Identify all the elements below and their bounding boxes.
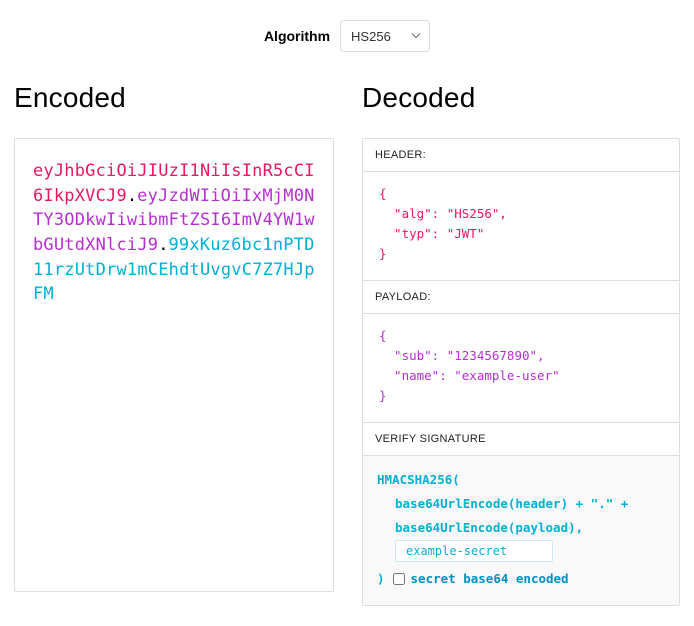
header-section-label: HEADER: <box>363 139 679 172</box>
secret-input[interactable] <box>395 540 553 562</box>
header-json[interactable]: { "alg": "HS256", "typ": "JWT" } <box>363 172 679 280</box>
encoded-column: Encoded eyJhbGciOiJIUzI1NiIsInR5cCI6IkpX… <box>14 82 334 592</box>
signature-section-label: VERIFY SIGNATURE <box>363 423 679 456</box>
secret-base64-text: secret base64 encoded <box>411 567 569 591</box>
algorithm-select-value: HS256 <box>351 29 391 44</box>
algorithm-select[interactable]: HS256 <box>340 20 430 52</box>
encoded-token: eyJhbGciOiJIUzI1NiIsInR5cCI6IkpXVCJ9.eyJ… <box>33 159 315 307</box>
encoded-panel[interactable]: eyJhbGciOiJIUzI1NiIsInR5cCI6IkpXVCJ9.eyJ… <box>14 138 334 592</box>
decoded-title: Decoded <box>362 82 680 114</box>
encoded-dot-1: . <box>127 186 137 206</box>
payload-section-label: PAYLOAD: <box>363 281 679 314</box>
algorithm-label: Algorithm <box>264 28 330 44</box>
decoded-panel: HEADER: { "alg": "HS256", "typ": "JWT" }… <box>362 138 680 606</box>
encoded-title: Encoded <box>14 82 334 114</box>
secret-base64-label[interactable]: secret base64 encoded <box>393 567 569 591</box>
chevron-down-icon <box>411 29 421 44</box>
payload-json[interactable]: { "sub": "1234567890", "name": "example-… <box>363 314 679 422</box>
decoded-column: Decoded HEADER: { "alg": "HS256", "typ":… <box>362 82 680 606</box>
encoded-dot-2: . <box>158 235 168 255</box>
signature-line-1: base64UrlEncode(header) + "." + <box>377 492 665 516</box>
header-section: HEADER: { "alg": "HS256", "typ": "JWT" } <box>363 139 679 280</box>
payload-section: PAYLOAD: { "sub": "1234567890", "name": … <box>363 280 679 422</box>
signature-line-2: base64UrlEncode(payload), <box>377 516 665 540</box>
secret-base64-checkbox[interactable] <box>393 573 405 585</box>
signature-fn-open: HMACSHA256( <box>377 468 665 492</box>
signature-fn-close: ) <box>377 567 385 591</box>
algorithm-row: Algorithm HS256 <box>14 20 680 52</box>
signature-body: HMACSHA256( base64UrlEncode(header) + ".… <box>363 456 679 605</box>
signature-section: VERIFY SIGNATURE HMACSHA256( base64UrlEn… <box>363 422 679 605</box>
